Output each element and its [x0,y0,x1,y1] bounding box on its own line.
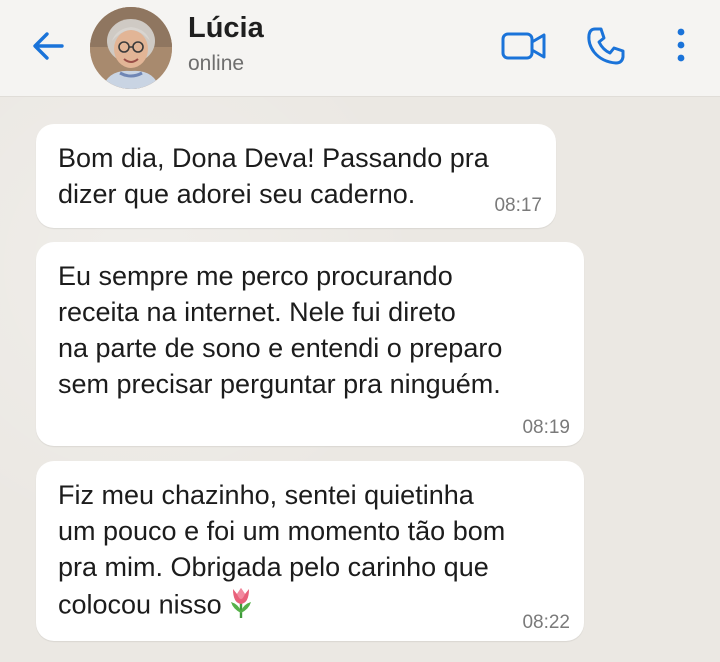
video-call-icon[interactable] [500,28,548,64]
message-bubble[interactable]: Fiz meu chazinho, sentei quietinha um po… [36,461,584,641]
contact-status: online [188,52,245,75]
more-options-icon[interactable] [668,24,694,68]
tulip-emoji-icon [228,585,254,628]
message-text: na parte de sono e entendi o preparo [58,333,503,363]
message-time: 08:17 [494,195,542,216]
back-arrow-icon[interactable] [28,26,68,66]
message-text: colocou nisso [58,589,222,620]
message-text: sem precisar perguntar pra ninguém. [58,369,501,399]
message-text: Bom dia, Dona Deva! Passando pra [58,143,489,173]
message-bubble[interactable]: Bom dia, Dona Deva! Passando pra dizer q… [36,124,556,228]
message-time: 08:19 [522,417,570,438]
message-text: receita na internet. Nele fui direto [58,297,456,327]
message-text: dizer que adorei seu caderno. [58,179,416,209]
message-text: um pouco e foi um momento tão bom [58,516,506,546]
message-bubble[interactable]: Eu sempre me perco procurando receita na… [36,242,584,446]
chat-header: Lúcia online [0,0,720,97]
message-text: Fiz meu chazinho, sentei quietinha [58,480,474,510]
contact-name[interactable]: Lúcia [188,12,264,45]
avatar[interactable] [90,7,172,89]
message-text: pra mim. Obrigada pelo carinho que [58,552,489,582]
phone-call-icon[interactable] [584,24,628,68]
message-time: 08:22 [522,612,570,633]
message-last-line: colocou nisso [58,585,562,628]
message-text: Eu sempre me perco procurando [58,261,453,291]
